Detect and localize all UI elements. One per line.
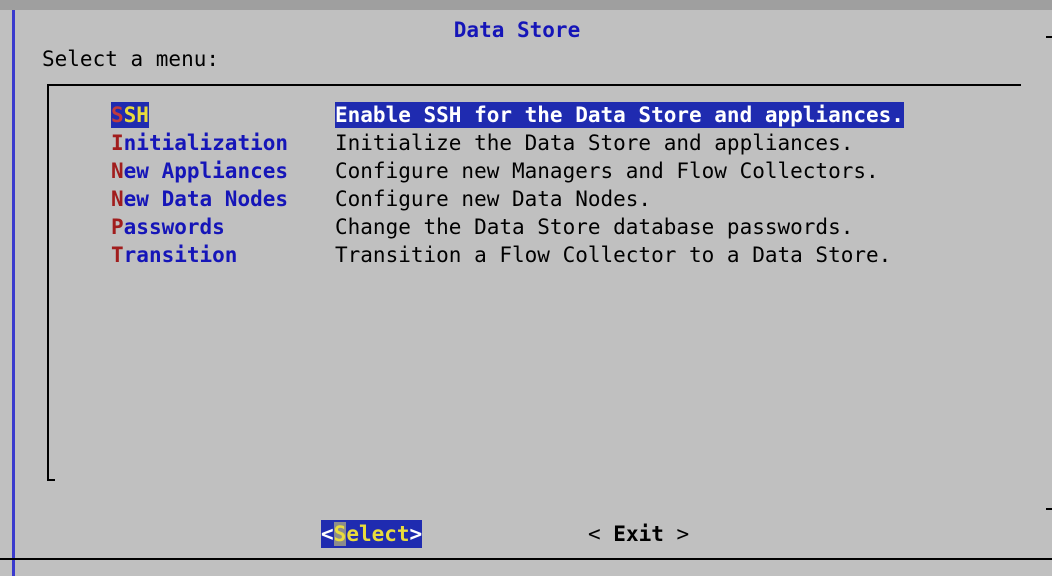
select-button-close: >: [409, 522, 423, 546]
menu-box-border-top: [47, 84, 1021, 86]
dialog-left-border: [12, 10, 15, 576]
menu-item-tag-rest: SH: [123, 103, 149, 127]
menu-item-new-appliances[interactable]: New Appliances Configure new Managers an…: [111, 158, 879, 184]
select-button-hotkey: S: [333, 522, 347, 546]
menu-item-tag: Initialization: [111, 130, 288, 156]
menu-item-tag-rest: asswords: [123, 215, 225, 239]
menu-item-tag-rest: ew Appliances: [123, 159, 289, 183]
menu-box-border-bottom: [47, 479, 55, 481]
menu-item-passwords[interactable]: Passwords Change the Data Store database…: [111, 214, 853, 240]
menu-item-hotkey: T: [111, 243, 124, 267]
terminal-top-band: [0, 0, 1052, 10]
menu-item-tag-rest: ew Data Nodes: [123, 187, 289, 211]
menu-item-tag-rest: ransition: [123, 243, 238, 267]
menu-item-description: Enable SSH for the Data Store and applia…: [335, 102, 904, 128]
dialog-right-border-tick: [1046, 36, 1052, 38]
menu-box-border-left: [47, 84, 49, 481]
menu-item-tag: New Data Nodes: [111, 186, 288, 212]
menu-item-tag: New Appliances: [111, 158, 288, 184]
menu-prompt: Select a menu:: [42, 47, 220, 71]
menu-item-description: Configure new Data Nodes.: [335, 187, 652, 211]
menu-item-hotkey: I: [111, 131, 124, 155]
menu-item-hotkey: P: [111, 215, 124, 239]
menu-item-tag: SSH: [111, 102, 149, 128]
menu-item-initialization[interactable]: Initialization Initialize the Data Store…: [111, 130, 853, 156]
menu-item-description: Initialize the Data Store and appliances…: [335, 131, 854, 155]
select-button-open: <: [321, 522, 334, 546]
menu-item-ssh[interactable]: SSH Enable SSH for the Data Store and ap…: [111, 102, 904, 128]
menu-item-description: Change the Data Store database passwords…: [335, 215, 854, 239]
dialog-title: Data Store: [453, 18, 581, 42]
menu-item-hotkey: S: [111, 103, 124, 127]
select-button[interactable]: <Select>: [321, 520, 423, 548]
menu-item-hotkey: N: [111, 159, 124, 183]
menu-item-tag: Transition: [111, 242, 237, 268]
menu-item-description: Transition a Flow Collector to a Data St…: [335, 243, 892, 267]
exit-button-open: <: [588, 522, 614, 546]
dialog-bottom-border: [0, 558, 1052, 560]
menu-item-tag-rest: nitialization: [123, 131, 289, 155]
menu-item-transition[interactable]: Transition Transition a Flow Collector t…: [111, 242, 891, 268]
dialog-right-border-tick: [1046, 508, 1052, 510]
exit-button-close: >: [663, 522, 690, 546]
menu-item-new-data-nodes[interactable]: New Data Nodes Configure new Data Nodes.: [111, 186, 651, 212]
exit-button-label: Exit: [613, 522, 664, 546]
menu-item-hotkey: N: [111, 187, 124, 211]
select-button-label: elect: [346, 522, 410, 546]
menu-item-tag: Passwords: [111, 214, 225, 240]
exit-button[interactable]: < Exit >: [588, 520, 689, 548]
menu-item-description: Configure new Managers and Flow Collecto…: [335, 159, 879, 183]
